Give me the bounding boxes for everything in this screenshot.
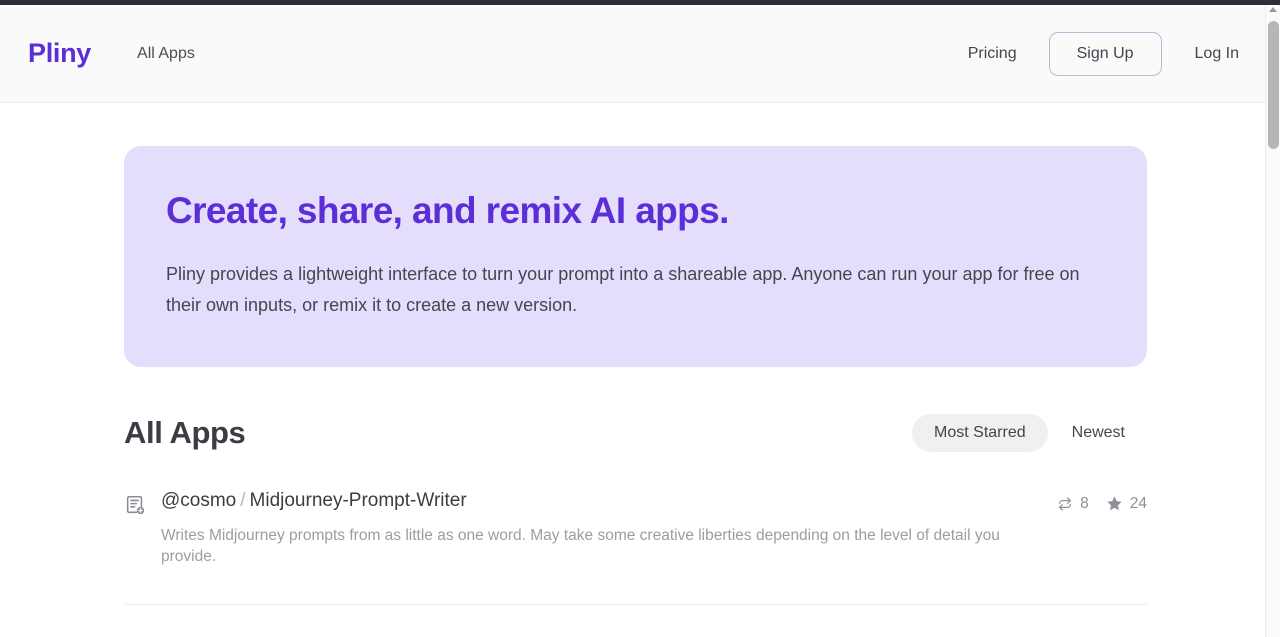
main-content: Create, share, and remix AI apps. Pliny … (0, 146, 1265, 605)
site-header: Pliny All Apps Pricing Sign Up Log In (0, 5, 1265, 103)
app-item-heading: @cosmo/Midjourney-Prompt-Writer (161, 490, 1039, 513)
star-count: 24 (1106, 495, 1147, 513)
sort-toggle-group: Most Starred Newest (912, 414, 1147, 452)
hero-banner: Create, share, and remix AI apps. Pliny … (124, 146, 1147, 367)
app-name-separator: / (240, 490, 245, 511)
sort-newest-button[interactable]: Newest (1050, 414, 1147, 452)
document-plus-icon (124, 494, 146, 516)
sort-most-starred-button[interactable]: Most Starred (912, 414, 1048, 452)
nav-pricing[interactable]: Pricing (968, 45, 1017, 63)
star-icon (1106, 495, 1123, 512)
remix-count-value: 8 (1080, 495, 1089, 513)
nav-all-apps[interactable]: All Apps (137, 45, 195, 63)
secondary-nav: Pricing Sign Up Log In (968, 32, 1239, 76)
primary-nav: All Apps (137, 45, 195, 63)
star-count-value: 24 (1130, 495, 1147, 513)
log-in-link[interactable]: Log In (1195, 45, 1239, 63)
app-item-stats: 8 24 (1057, 495, 1147, 513)
app-owner-handle[interactable]: @cosmo (161, 490, 236, 511)
brand-logo[interactable]: Pliny (28, 38, 91, 69)
app-description: Writes Midjourney prompts from as little… (161, 525, 1039, 567)
apps-section-header: All Apps Most Starred Newest (124, 403, 1147, 463)
scrollbar-thumb[interactable] (1268, 21, 1279, 149)
app-list-item[interactable]: @cosmo/Midjourney-Prompt-Writer Writes M… (124, 490, 1147, 606)
app-title-link[interactable]: Midjourney-Prompt-Writer (250, 490, 467, 511)
scrollbar-arrow-up-icon[interactable] (1269, 7, 1277, 12)
hero-title: Create, share, and remix AI apps. (166, 191, 1105, 232)
hero-description: Pliny provides a lightweight interface t… (166, 259, 1091, 321)
apps-section: All Apps Most Starred Newest (124, 403, 1147, 606)
page-viewport: Pliny All Apps Pricing Sign Up Log In Cr… (0, 5, 1280, 637)
sign-up-button[interactable]: Sign Up (1049, 32, 1162, 76)
remix-count: 8 (1057, 495, 1089, 513)
app-list: @cosmo/Midjourney-Prompt-Writer Writes M… (124, 490, 1147, 606)
app-item-body: @cosmo/Midjourney-Prompt-Writer Writes M… (161, 490, 1039, 568)
page-title: All Apps (124, 415, 245, 451)
remix-icon (1057, 496, 1073, 512)
page-scrollbar[interactable] (1265, 5, 1280, 637)
